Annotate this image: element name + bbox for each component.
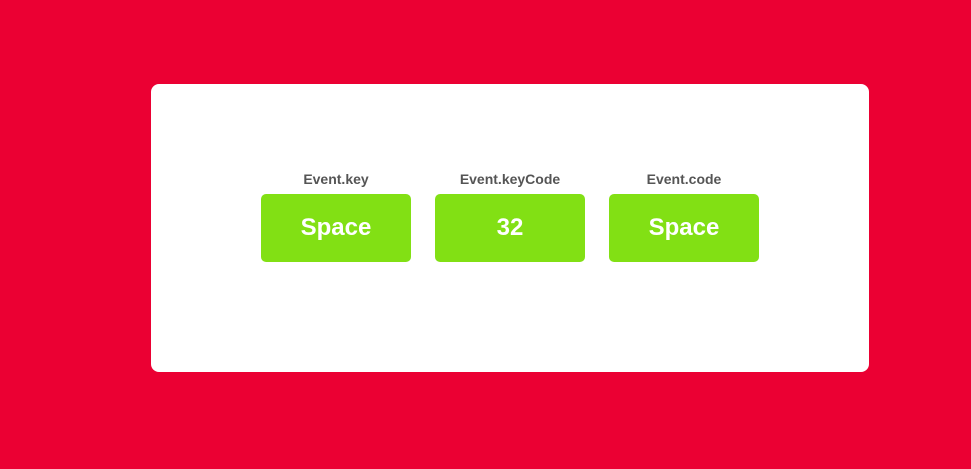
event-key-column: Event.key Space xyxy=(261,170,411,262)
event-key-label: Event.key xyxy=(303,171,369,187)
page: { "colors": { "background": "#eb0033", "… xyxy=(0,0,971,469)
event-code-value: Space xyxy=(609,194,759,262)
key-info-row: Event.key Space Event.keyCode 32 Event.c… xyxy=(261,170,759,262)
event-code-column: Event.code Space xyxy=(609,170,759,262)
event-code-label: Event.code xyxy=(646,171,722,187)
key-info-card: Event.key Space Event.keyCode 32 Event.c… xyxy=(151,84,869,372)
event-keycode-label: Event.keyCode xyxy=(459,171,561,187)
event-key-value: Space xyxy=(261,194,411,262)
event-keycode-column: Event.keyCode 32 xyxy=(435,170,585,262)
event-keycode-value: 32 xyxy=(435,194,585,262)
